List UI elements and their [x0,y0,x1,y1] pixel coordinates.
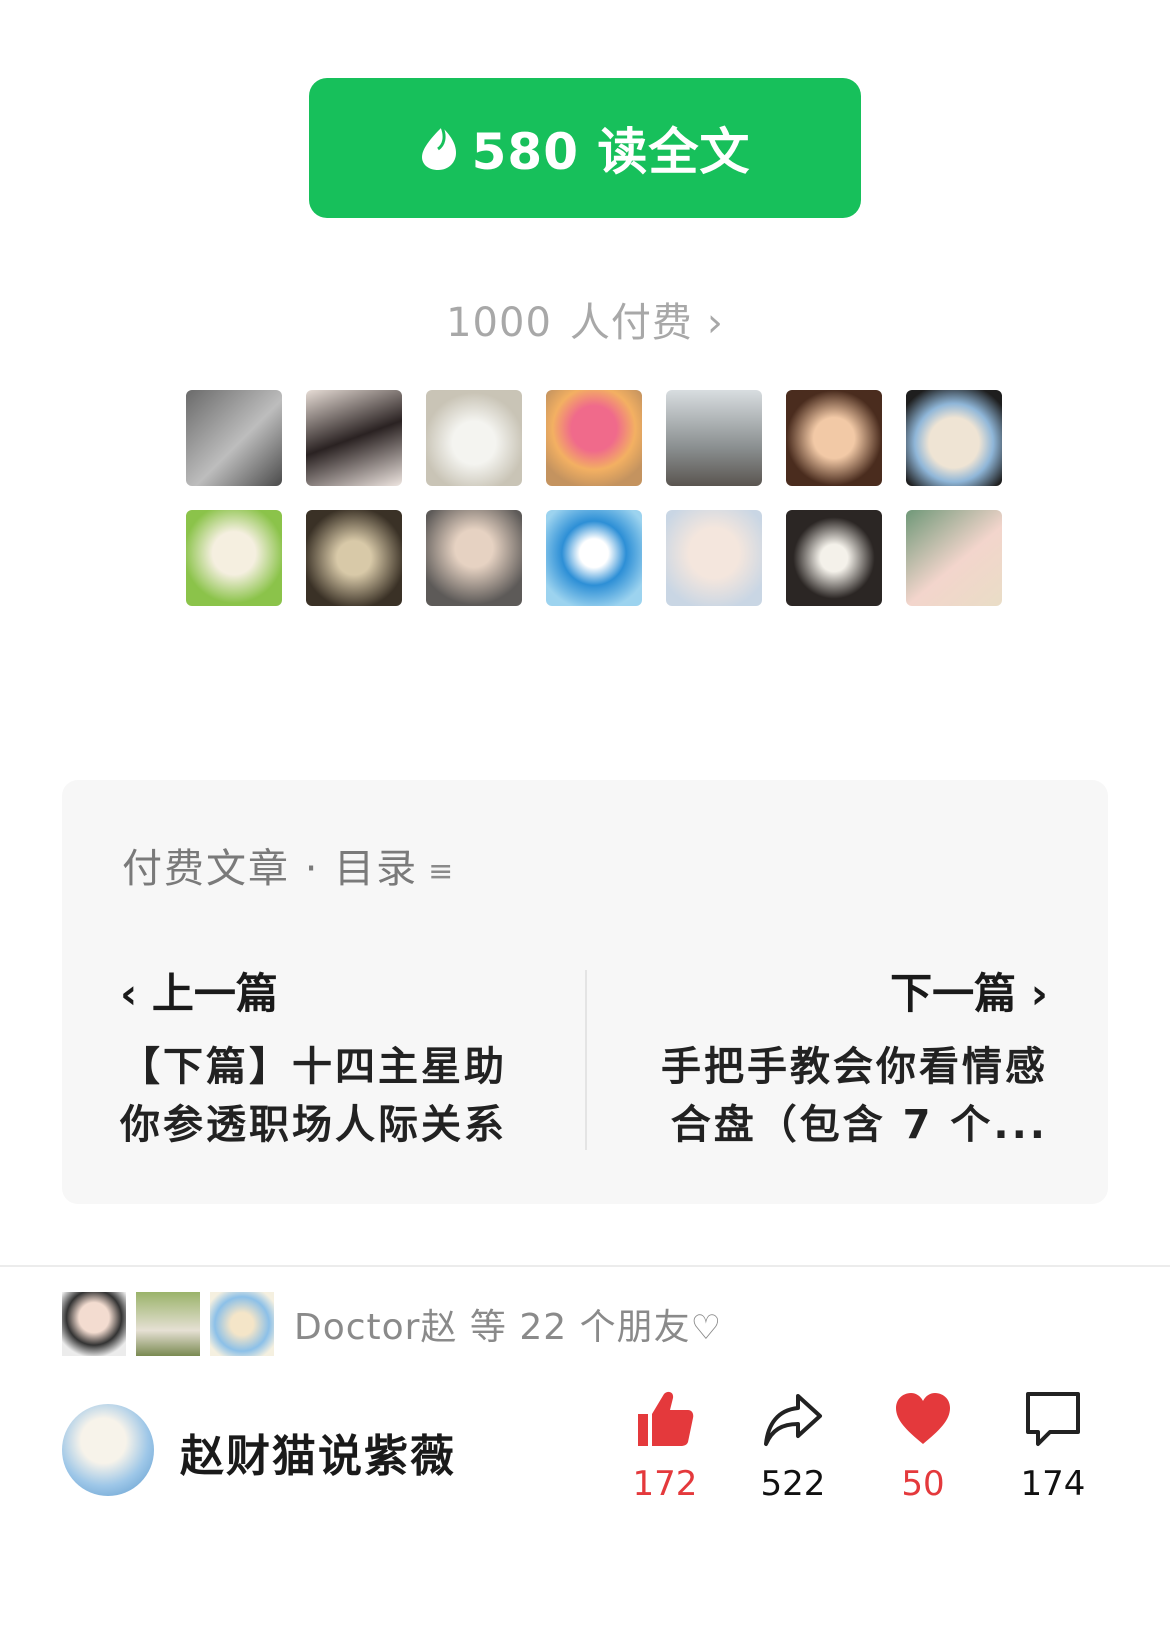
catalog-title[interactable]: 付费文章 · 目录 ≡ [122,836,455,894]
avatar[interactable] [306,390,402,486]
avatar [62,1292,126,1356]
next-article-label[interactable]: 下一篇 › [890,960,1048,1021]
avatar[interactable] [666,510,762,606]
friend-avatars[interactable] [62,1292,274,1356]
author-name[interactable]: 赵财猫说紫薇 [180,1420,456,1484]
avatar[interactable] [786,510,882,606]
avatar[interactable] [546,390,642,486]
avatar[interactable] [786,390,882,486]
coin-drop-icon [421,126,456,170]
avatar[interactable] [906,390,1002,486]
payers-label: 人付费 [569,300,693,346]
like-count: 172 [632,1464,698,1504]
thumbs-up-icon [638,1391,694,1446]
avatar[interactable] [546,510,642,606]
avatar [210,1292,274,1356]
avatar[interactable] [306,510,402,606]
next-article-title[interactable]: 手把手教会你看情感合盘（包含 7 个... [648,1038,1048,1154]
payers-count-link[interactable]: 1000 人付费 › [0,290,1170,348]
friends-liked-text[interactable]: Doctor赵 等 22 个朋友♡ [294,1298,722,1350]
share-button[interactable]: 522 [738,1388,848,1504]
catalog-title-text: 付费文章 · 目录 [122,846,419,892]
avatar[interactable] [426,390,522,486]
payer-avatar-grid [186,390,1002,606]
comment-button[interactable]: 174 [998,1388,1108,1504]
favorite-count: 50 [901,1464,945,1504]
divider [0,1265,1170,1267]
favorite-button[interactable]: 50 [868,1388,978,1504]
heart-icon [896,1393,950,1444]
author-avatar[interactable] [62,1404,154,1496]
avatar[interactable] [666,390,762,486]
comment-bubble-icon [1026,1392,1080,1446]
prev-article-title[interactable]: 【下篇】十四主星助你参透职场人际关系 [120,1038,520,1154]
avatar[interactable] [186,510,282,606]
divider [585,970,587,1150]
payers-count: 1000 [446,300,552,346]
avatar [136,1292,200,1356]
share-count: 522 [760,1464,826,1504]
avatar[interactable] [426,510,522,606]
heart-outline-icon: ♡ [690,1308,723,1348]
like-button[interactable]: 172 [610,1388,720,1504]
pay-read-full-button[interactable]: 580 读全文 [309,78,861,218]
pay-button-label: 580 读全文 [471,123,751,181]
avatar[interactable] [186,390,282,486]
chevron-right-icon: › [706,300,724,346]
prev-article-label[interactable]: ‹ 上一篇 [120,960,278,1021]
avatar[interactable] [906,510,1002,606]
comment-count: 174 [1020,1464,1086,1504]
article-catalog-card: 付费文章 · 目录 ≡ ‹ 上一篇 下一篇 › 【下篇】十四主星助你参透职场人际关… [62,780,1108,1204]
menu-list-icon: ≡ [428,853,456,889]
share-arrow-icon [764,1394,822,1446]
friends-liked-label: Doctor赵 等 22 个朋友 [294,1307,691,1348]
